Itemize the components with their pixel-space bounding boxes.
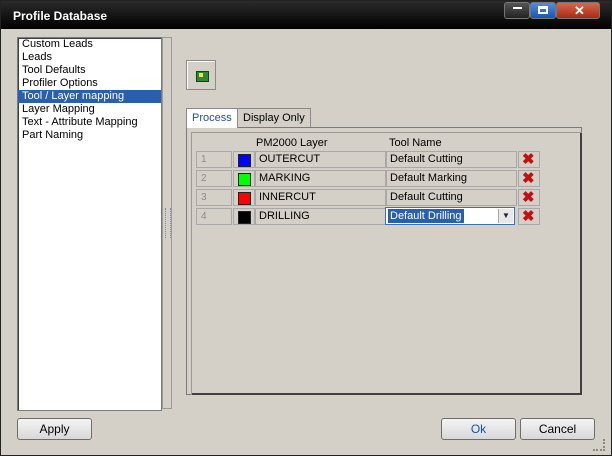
table-row[interactable]: 4 DRILLING Default Drilling ▼ ✖ — [196, 207, 542, 226]
tool-name-selected-value[interactable]: Default Drilling — [388, 209, 464, 223]
ok-button[interactable]: Ok — [441, 418, 516, 440]
splitter-grip[interactable] — [165, 208, 171, 238]
grid-right-border — [580, 133, 582, 395]
tool-name-cell[interactable]: Default Marking — [386, 170, 517, 187]
close-button[interactable]: ✕ — [556, 2, 600, 19]
grid-bottom-border — [192, 393, 582, 395]
row-number: 2 — [196, 170, 232, 187]
delete-row-button[interactable]: ✖ — [518, 189, 540, 206]
row-number: 3 — [196, 189, 232, 206]
tool-name-cell[interactable]: Default Cutting — [386, 189, 517, 206]
delete-row-button[interactable]: ✖ — [518, 170, 540, 187]
row-number: 1 — [196, 151, 232, 168]
minimize-button[interactable] — [504, 2, 530, 19]
delete-icon: ✖ — [522, 170, 535, 187]
color-swatch[interactable] — [238, 154, 251, 167]
window-title: Profile Database — [13, 9, 108, 23]
layer-name-cell[interactable]: MARKING — [255, 170, 386, 187]
table-row[interactable]: 1 OUTERCUT Default Cutting ✖ — [196, 151, 542, 169]
list-item-tool-layer-mapping[interactable]: Tool / Layer mapping — [18, 90, 161, 103]
delete-row-button[interactable]: ✖ — [518, 151, 540, 168]
tab-display-only[interactable]: Display Only — [237, 108, 311, 127]
color-swatch[interactable] — [238, 211, 251, 224]
process-tab-panel: PM2000 Layer Tool Name 1 OUTERCUT Defaul… — [186, 127, 582, 395]
close-icon: ✕ — [574, 3, 585, 18]
list-item-custom-leads[interactable]: Custom Leads — [18, 38, 161, 51]
splitter-bar[interactable] — [162, 37, 172, 409]
profile-database-window: Profile Database ✕ Custom Leads Leads To… — [0, 0, 612, 456]
delete-icon: ✖ — [522, 208, 535, 225]
apply-button[interactable]: Apply — [17, 418, 92, 440]
add-layer-icon — [196, 71, 209, 82]
row-number: 4 — [196, 208, 232, 225]
chevron-down-icon[interactable]: ▼ — [498, 209, 513, 223]
list-item-layer-mapping[interactable]: Layer Mapping — [18, 103, 161, 116]
list-item-text-attribute-mapping[interactable]: Text - Attribute Mapping — [18, 116, 161, 129]
column-header-tool: Tool Name — [389, 137, 442, 149]
maximize-icon — [538, 6, 548, 14]
delete-icon: ✖ — [522, 189, 535, 206]
layer-name-cell[interactable]: OUTERCUT — [255, 151, 386, 168]
list-item-tool-defaults[interactable]: Tool Defaults — [18, 64, 161, 77]
mapping-grid: PM2000 Layer Tool Name 1 OUTERCUT Defaul… — [191, 132, 582, 395]
layer-name-cell[interactable]: INNERCUT — [255, 189, 386, 206]
settings-category-list[interactable]: Custom Leads Leads Tool Defaults Profile… — [17, 37, 162, 411]
tool-name-dropdown[interactable]: Default Drilling ▼ — [385, 207, 515, 225]
dialog-body: Custom Leads Leads Tool Defaults Profile… — [5, 29, 607, 453]
list-item-part-naming[interactable]: Part Naming — [18, 129, 161, 142]
color-cell[interactable] — [233, 208, 255, 225]
tool-name-cell[interactable]: Default Cutting — [386, 151, 517, 168]
color-cell[interactable] — [233, 151, 255, 168]
resize-grip[interactable] — [593, 439, 605, 451]
layer-name-cell[interactable]: DRILLING — [255, 208, 386, 225]
title-bar[interactable]: Profile Database ✕ — [1, 1, 611, 29]
list-item-leads[interactable]: Leads — [18, 51, 161, 64]
table-row[interactable]: 2 MARKING Default Marking ✖ — [196, 170, 542, 188]
minimize-icon — [513, 7, 522, 9]
color-cell[interactable] — [233, 189, 255, 206]
delete-row-button[interactable]: ✖ — [518, 208, 540, 225]
table-row[interactable]: 3 INNERCUT Default Cutting ✖ — [196, 189, 542, 207]
color-swatch[interactable] — [238, 173, 251, 186]
color-cell[interactable] — [233, 170, 255, 187]
column-header-layer: PM2000 Layer — [256, 137, 328, 149]
add-mapping-button[interactable] — [186, 60, 216, 90]
maximize-button[interactable] — [530, 2, 556, 19]
cancel-button[interactable]: Cancel — [520, 418, 595, 440]
tab-process[interactable]: Process — [186, 108, 238, 128]
color-swatch[interactable] — [238, 192, 251, 205]
list-item-profiler-options[interactable]: Profiler Options — [18, 77, 161, 90]
delete-icon: ✖ — [522, 151, 535, 168]
